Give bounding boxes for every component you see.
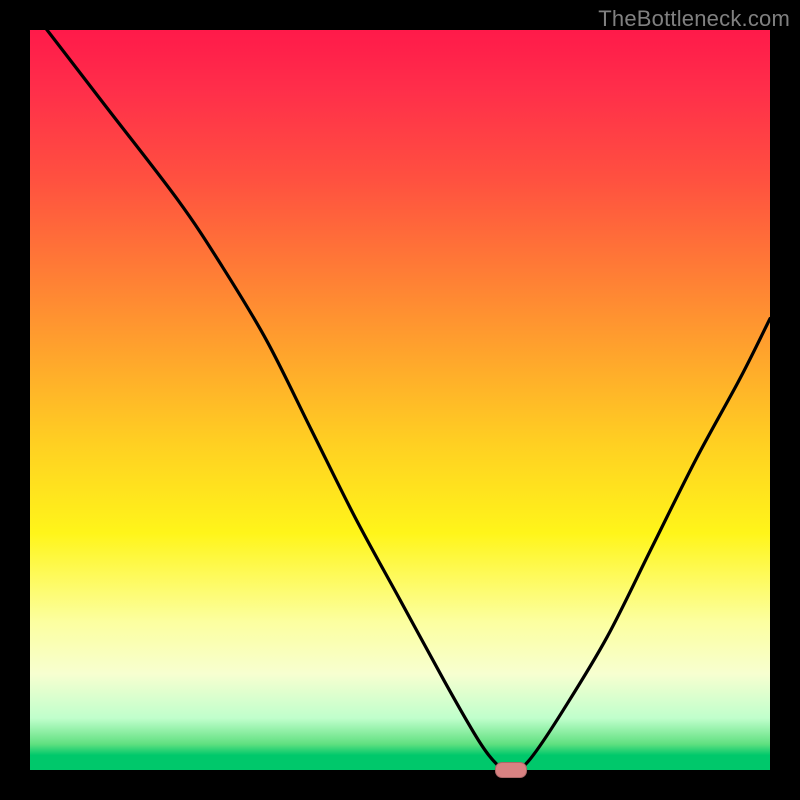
optimal-marker bbox=[495, 762, 527, 778]
curve-svg bbox=[30, 30, 770, 770]
attribution-text: TheBottleneck.com bbox=[598, 6, 790, 32]
plot-area bbox=[30, 30, 770, 770]
bottleneck-curve-path bbox=[30, 8, 770, 771]
chart-frame: TheBottleneck.com bbox=[0, 0, 800, 800]
